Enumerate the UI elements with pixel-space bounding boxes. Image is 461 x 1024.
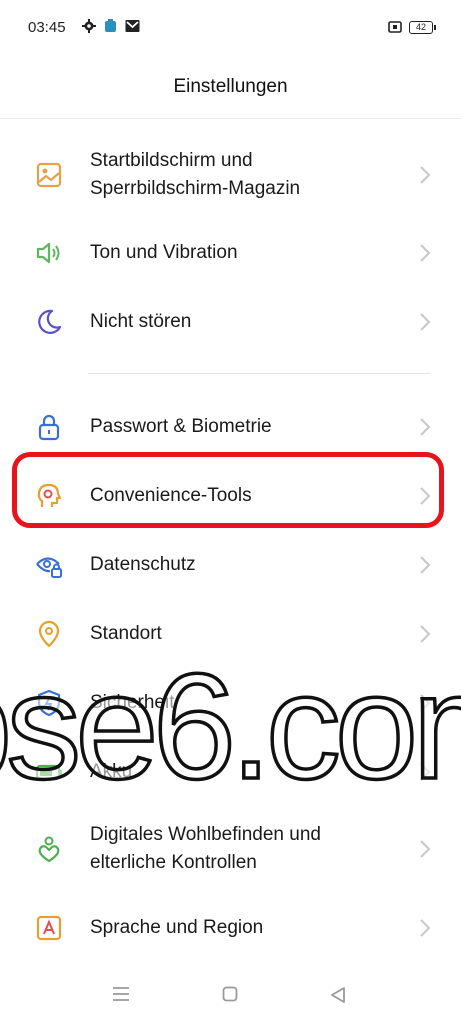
- settings-item-label: Akku: [90, 761, 133, 782]
- battery-indicator: 42: [409, 21, 436, 34]
- heart-person-icon: [38, 836, 60, 863]
- settings-item-digital-wellbeing[interactable]: Digitales Wohlbefinden und elterliche Ko…: [0, 814, 461, 886]
- chevron-right-icon: [420, 840, 431, 858]
- gmail-icon: [125, 20, 140, 32]
- chevron-right-icon: [420, 694, 431, 712]
- settings-item-label: Startbildschirm und Sperrbildschirm-Maga…: [90, 150, 301, 199]
- highlight-frame: [12, 452, 444, 528]
- menu-icon[interactable]: [112, 986, 130, 1002]
- speaker-icon: [36, 242, 60, 264]
- settings-item-label: Sicherheit: [90, 692, 175, 713]
- settings-item-homescreen[interactable]: Startbildschirm und Sperrbildschirm-Maga…: [0, 140, 461, 212]
- battery-icon: [35, 764, 62, 781]
- page-title: Einstellungen: [173, 76, 288, 97]
- back-icon[interactable]: [330, 986, 346, 1004]
- settings-item-label: Nicht stören: [90, 311, 192, 332]
- app-notification-icon: [105, 19, 116, 32]
- chevron-right-icon: [420, 418, 431, 436]
- chevron-right-icon: [420, 313, 431, 331]
- settings-item-label: Datenschutz: [90, 554, 196, 575]
- chevron-right-icon: [420, 556, 431, 574]
- shield-icon: [37, 689, 61, 717]
- status-time: 03:45: [28, 19, 66, 36]
- settings-gear-icon: [82, 19, 96, 33]
- settings-item-location[interactable]: Standort: [0, 605, 461, 663]
- status-bar: 03:45 42: [0, 0, 461, 56]
- chevron-right-icon: [420, 244, 431, 262]
- navigation-bar: [0, 974, 461, 1024]
- chevron-right-icon: [420, 919, 431, 937]
- settings-item-password[interactable]: Passwort & Biometrie: [0, 398, 461, 456]
- wallpaper-icon: [36, 162, 62, 188]
- settings-item-label: Digitales Wohlbefinden und elterliche Ko…: [90, 824, 321, 873]
- eye-lock-icon: [36, 557, 62, 578]
- app-header: Einstellungen: [0, 56, 461, 119]
- vibrate-mode-icon: [388, 21, 402, 33]
- chevron-right-icon: [420, 166, 431, 184]
- chevron-right-icon: [420, 625, 431, 643]
- section-divider: [88, 373, 430, 374]
- settings-item-do-not-disturb[interactable]: Nicht stören: [0, 293, 461, 351]
- language-icon: [36, 915, 62, 941]
- settings-item-privacy[interactable]: Datenschutz: [0, 536, 461, 594]
- settings-item-security[interactable]: Sicherheit: [0, 674, 461, 732]
- home-icon[interactable]: [222, 986, 238, 1002]
- settings-item-language[interactable]: Sprache und Region: [0, 899, 461, 957]
- settings-item-label: Passwort & Biometrie: [90, 416, 272, 437]
- settings-item-battery[interactable]: Akku: [0, 743, 461, 801]
- lock-icon: [38, 414, 60, 441]
- location-pin-icon: [38, 620, 60, 648]
- settings-item-sound[interactable]: Ton und Vibration: [0, 224, 461, 282]
- moon-icon: [38, 309, 62, 334]
- settings-item-label: Sprache und Region: [90, 917, 264, 938]
- settings-item-label: Standort: [90, 623, 162, 644]
- chevron-right-icon: [420, 763, 431, 781]
- settings-item-label: Ton und Vibration: [90, 242, 238, 263]
